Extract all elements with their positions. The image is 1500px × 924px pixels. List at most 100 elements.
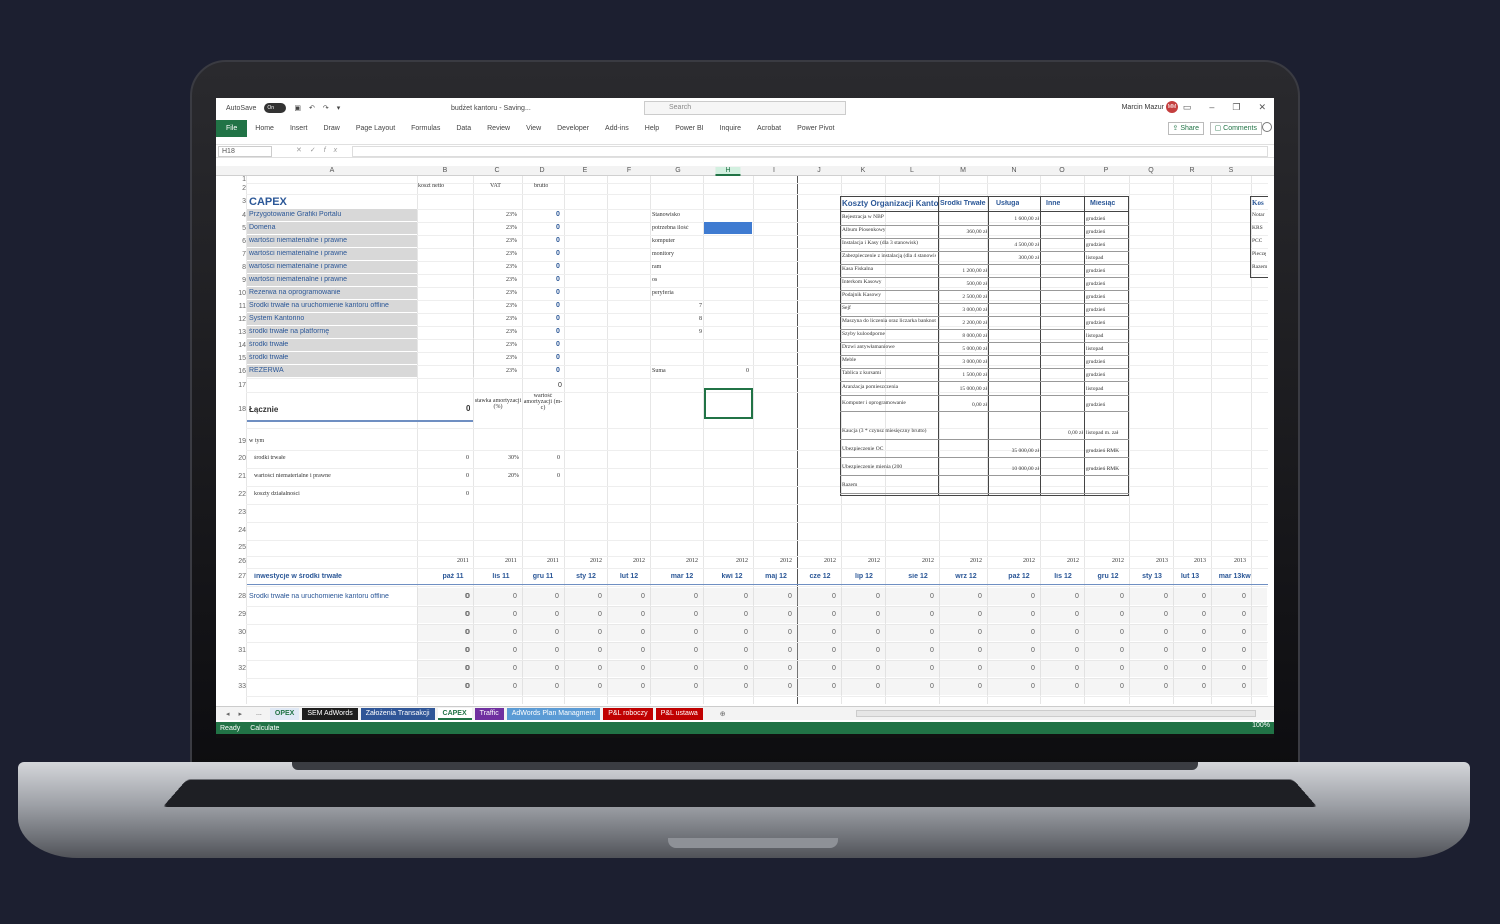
row-header[interactable]: 22 bbox=[234, 491, 246, 498]
breakdown-value[interactable]: 0 bbox=[466, 473, 469, 479]
timeline-month[interactable]: lut 13 bbox=[1172, 573, 1208, 580]
breakdown-amort[interactable]: 0 bbox=[557, 455, 560, 461]
side-table-item[interactable]: Notar bbox=[1252, 212, 1265, 218]
autosave-toggle[interactable]: On bbox=[264, 103, 287, 113]
org-row-st[interactable]: 5 000,00 zł bbox=[940, 346, 987, 352]
org-row-usl[interactable]: 35 000,00 zł bbox=[990, 448, 1039, 454]
org-row-month[interactable]: grudzień bbox=[1086, 242, 1128, 248]
capex-item-gross[interactable]: 0 bbox=[556, 263, 560, 270]
capex-item-gross[interactable]: 0 bbox=[556, 367, 560, 374]
breakdown-rate[interactable]: 30% bbox=[508, 455, 519, 461]
org-row-st[interactable]: 500,00 zł bbox=[940, 281, 987, 287]
row-header[interactable]: 25 bbox=[234, 544, 246, 551]
row-header[interactable]: 23 bbox=[234, 509, 246, 516]
org-row-month[interactable]: grudzień bbox=[1086, 294, 1128, 300]
add-sheet-icon[interactable]: ⊕ bbox=[720, 710, 726, 718]
ribbon-tab-inquire[interactable]: Inquire bbox=[712, 120, 749, 137]
capex-item-gross[interactable]: 0 bbox=[556, 302, 560, 309]
sheet-tab-8[interactable]: P&L ustawa bbox=[655, 707, 703, 720]
equipment-item[interactable]: ram bbox=[652, 264, 661, 270]
equipment-number[interactable]: 8 bbox=[699, 316, 702, 322]
capex-item-name[interactable]: REZERWA bbox=[249, 367, 417, 374]
column-header-c[interactable]: C bbox=[494, 167, 499, 174]
timeline-month[interactable]: sty 12 bbox=[568, 573, 604, 580]
side-table-item[interactable]: PCC bbox=[1252, 238, 1262, 244]
column-header-g[interactable]: G bbox=[675, 167, 680, 174]
name-box[interactable]: H18 bbox=[218, 146, 272, 157]
row-header[interactable]: 29 bbox=[234, 611, 246, 618]
sheet-tab-7[interactable]: P&L roboczy bbox=[603, 707, 653, 720]
column-header-n[interactable]: N bbox=[1011, 167, 1016, 174]
org-row-st[interactable]: 3 000,00 zł bbox=[940, 359, 987, 365]
formula-buttons[interactable]: ✕✓fx bbox=[296, 146, 345, 154]
capex-item-vat[interactable]: 23% bbox=[506, 264, 517, 270]
restore-icon[interactable]: ❐ bbox=[1232, 102, 1240, 113]
org-row-month[interactable]: grudzień bbox=[1086, 216, 1128, 222]
user-name[interactable]: Marcin Mazur bbox=[1122, 104, 1164, 111]
capex-item-vat[interactable]: 23% bbox=[506, 290, 517, 296]
capex-item-name[interactable]: Domena bbox=[249, 224, 417, 231]
feedback-icon[interactable] bbox=[1262, 122, 1272, 132]
ribbon-tab-file[interactable]: File bbox=[216, 120, 248, 137]
org-row-name[interactable]: Tablica z kursami bbox=[842, 370, 936, 376]
org-row-month[interactable]: listopad bbox=[1086, 386, 1128, 392]
row-header[interactable]: 31 bbox=[234, 647, 246, 654]
breakdown-rate[interactable]: 20% bbox=[508, 473, 519, 479]
row-header[interactable]: 5 bbox=[234, 225, 246, 232]
org-row-month[interactable]: listopad bbox=[1086, 333, 1128, 339]
side-table-item[interactable]: Kos bbox=[1252, 199, 1264, 207]
side-table-item[interactable]: Razem bbox=[1252, 264, 1267, 270]
timeline-month[interactable]: gru 12 bbox=[1090, 573, 1126, 580]
org-row-name[interactable]: Interkom Kasowy bbox=[842, 279, 936, 285]
org-row-month[interactable]: grudzień bbox=[1086, 320, 1128, 326]
capex-item-gross[interactable]: 0 bbox=[556, 289, 560, 296]
column-header-h[interactable]: H bbox=[715, 167, 741, 176]
capex-item-gross[interactable]: 0 bbox=[556, 315, 560, 322]
org-row-name[interactable]: Drzwi antywłamaniowe bbox=[842, 344, 936, 350]
capex-item-gross[interactable]: 0 bbox=[556, 354, 560, 361]
capex-item-gross[interactable]: 0 bbox=[556, 237, 560, 244]
row-header[interactable]: 3 bbox=[234, 198, 246, 205]
breakdown-value[interactable]: 0 bbox=[466, 455, 469, 461]
column-header-b[interactable]: B bbox=[443, 167, 448, 174]
formula-input[interactable] bbox=[352, 146, 1268, 157]
ribbon-tab-acrobat[interactable]: Acrobat bbox=[749, 120, 789, 137]
capex-item-name[interactable]: wartości niematerialne i prawne bbox=[249, 250, 417, 257]
sheet-tab-2[interactable]: SEM AdWords bbox=[302, 707, 358, 720]
timeline-month[interactable]: cze 12 bbox=[802, 573, 838, 580]
org-row-name[interactable]: Kaucja (3 * czynsz miesięczny brutto) bbox=[842, 428, 936, 434]
row-header[interactable]: 1 bbox=[234, 176, 246, 183]
row-header[interactable]: 4 bbox=[234, 212, 246, 219]
ribbon-tab-page-layout[interactable]: Page Layout bbox=[348, 120, 403, 137]
capex-item-gross[interactable]: 0 bbox=[556, 224, 560, 231]
capex-item-name[interactable]: wartości niematerialne i prawne bbox=[249, 276, 417, 283]
org-row-name[interactable]: Komputer i oprogramowanie bbox=[842, 400, 936, 406]
column-header-k[interactable]: K bbox=[861, 167, 866, 174]
close-icon[interactable]: ✕ bbox=[1258, 102, 1266, 113]
ribbon-display-icon[interactable]: ▭ bbox=[1183, 102, 1192, 113]
org-row-month[interactable]: grudzień RMK bbox=[1086, 448, 1128, 454]
capex-item-vat[interactable]: 23% bbox=[506, 355, 517, 361]
equipment-sum-value[interactable]: 0 bbox=[746, 368, 749, 374]
horizontal-scrollbar[interactable] bbox=[856, 710, 1256, 717]
row-header[interactable]: 7 bbox=[234, 251, 246, 258]
column-header-q[interactable]: Q bbox=[1148, 167, 1153, 174]
row-header[interactable]: 17 bbox=[234, 382, 246, 389]
row-header[interactable]: 14 bbox=[234, 342, 246, 349]
org-row-month[interactable]: grudzień RMK bbox=[1086, 466, 1128, 472]
column-header-m[interactable]: M bbox=[960, 167, 966, 174]
timeline-month[interactable]: paź 12 bbox=[1001, 573, 1037, 580]
ribbon-tab-add-ins[interactable]: Add-ins bbox=[597, 120, 637, 137]
column-header-o[interactable]: O bbox=[1059, 167, 1064, 174]
side-table-item[interactable]: KRS bbox=[1252, 225, 1263, 231]
row-header[interactable]: 12 bbox=[234, 316, 246, 323]
org-row-month[interactable]: listopad m. zał bbox=[1086, 430, 1128, 436]
row-header[interactable]: 8 bbox=[234, 264, 246, 271]
row-header[interactable]: 21 bbox=[234, 473, 246, 480]
row-header[interactable]: 33 bbox=[234, 683, 246, 690]
org-row-st[interactable]: 15 000,00 zł bbox=[940, 386, 987, 392]
ribbon-tab-draw[interactable]: Draw bbox=[315, 120, 347, 137]
ribbon-tab-review[interactable]: Review bbox=[479, 120, 518, 137]
timeline-month[interactable]: gru 11 bbox=[525, 573, 561, 580]
org-row-month[interactable]: grudzień bbox=[1086, 281, 1128, 287]
